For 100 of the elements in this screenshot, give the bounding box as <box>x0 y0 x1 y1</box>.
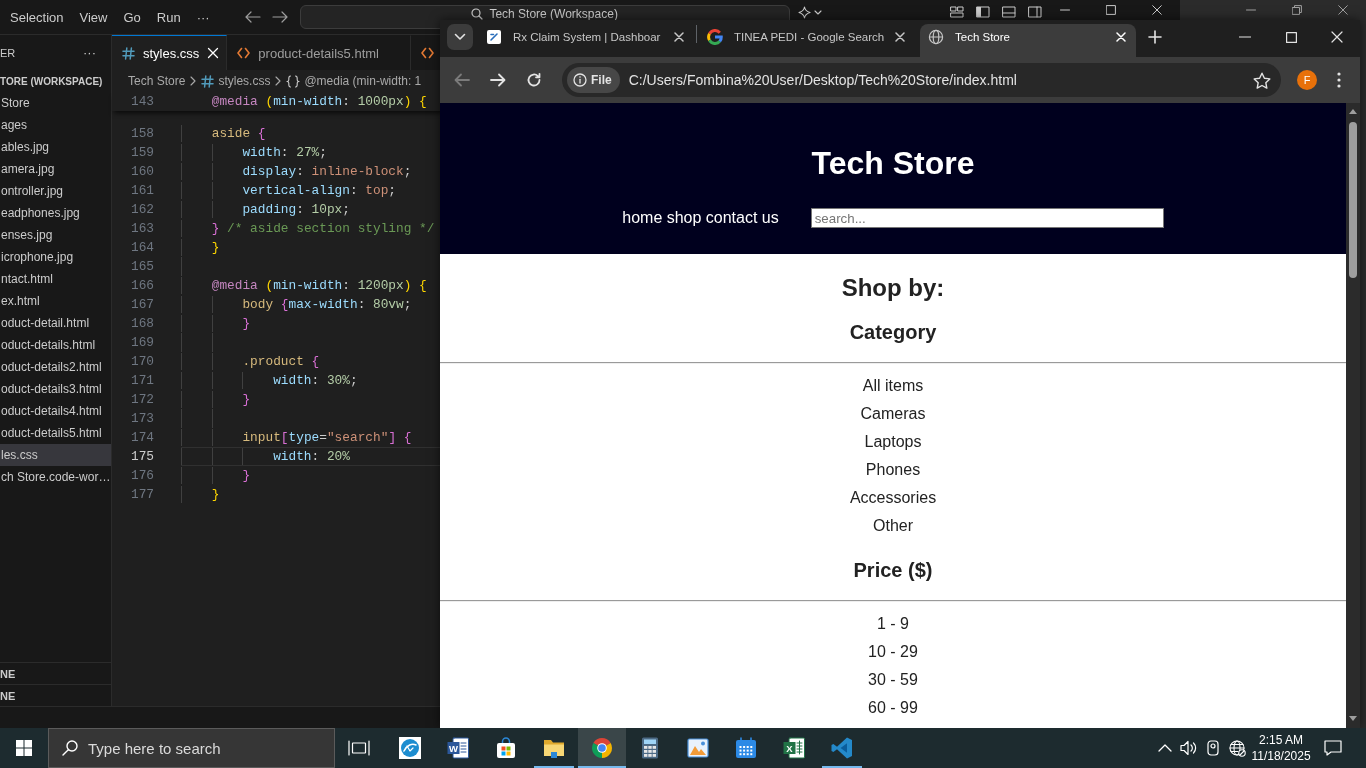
line-number: 174 <box>130 428 154 447</box>
explorer-item[interactable]: oduct-details5.html <box>0 422 111 444</box>
more-actions-button[interactable]: ··· <box>80 44 99 61</box>
minimize-icon <box>1060 9 1070 11</box>
star-icon <box>1253 71 1271 89</box>
explorer-item[interactable]: les.css <box>0 444 111 466</box>
code-line: @media (min-width: 1200px) { <box>210 276 427 295</box>
explorer-item[interactable]: ntact.html <box>0 268 111 290</box>
plus-icon <box>1148 30 1162 44</box>
filter-option[interactable]: Laptops <box>864 428 922 456</box>
close-icon[interactable] <box>674 32 684 42</box>
line-number: 164 <box>130 238 154 257</box>
code-line: .product { <box>241 352 320 371</box>
search-icon <box>62 740 78 756</box>
workspace-header[interactable]: TORE (WORKSPACE) <box>0 70 111 92</box>
panel-bottom-icon[interactable] <box>1002 6 1016 18</box>
search-field[interactable]: search... <box>810 208 1164 228</box>
menu-item[interactable]: Selection <box>2 3 72 31</box>
filter-option[interactable]: Cameras <box>860 400 926 428</box>
explorer-item[interactable]: oduct-detail.html <box>0 312 111 334</box>
menu-item[interactable]: Run <box>148 3 189 31</box>
filter-option[interactable]: Phones <box>865 456 921 484</box>
chevron-up-icon <box>1158 744 1172 752</box>
code-line: } <box>210 238 220 257</box>
code-line: width: 20% <box>272 447 350 466</box>
explorer-item[interactable]: oduct-details3.html <box>0 378 111 400</box>
breadcrumb-item[interactable]: Tech Store <box>128 74 186 88</box>
editor-tab[interactable]: styles.css <box>112 35 228 70</box>
explorer-item[interactable]: amera.jpg <box>0 158 111 180</box>
tab-list-button[interactable] <box>447 24 473 50</box>
filter-option[interactable]: 10 - 29 <box>868 638 918 666</box>
chevron-down-icon <box>454 33 466 41</box>
clock-date: 11/18/2025 <box>1251 748 1311 764</box>
filter-option[interactable]: Other <box>873 512 913 540</box>
code-editor-icon <box>830 736 854 760</box>
close-icon[interactable] <box>895 32 905 42</box>
browser-tab[interactable]: Tech Store <box>920 24 1136 57</box>
filter-option[interactable]: 30 - 59 <box>868 666 918 694</box>
code-brackets-icon <box>421 47 434 59</box>
nav-link[interactable]: home <box>622 209 663 227</box>
explorer-item[interactable]: enses.jpg <box>0 224 111 246</box>
scrollbar-thumb[interactable] <box>1349 122 1357 278</box>
search-icon <box>471 8 484 20</box>
explorer-item[interactable]: oduct-details.html <box>0 334 111 356</box>
chevron-down-icon[interactable] <box>813 10 822 15</box>
explorer-item[interactable]: ex.html <box>0 290 111 312</box>
explorer-item[interactable]: oduct-details4.html <box>0 400 111 422</box>
arrow-right-icon <box>490 73 506 87</box>
scrollbar[interactable] <box>1346 103 1360 728</box>
code-brackets-icon <box>237 47 251 59</box>
sidebar-left-icon[interactable] <box>976 6 990 18</box>
taskbar-search-field[interactable]: Type here to search <box>48 728 335 768</box>
line-number: 175 <box>130 447 154 466</box>
code-line: display: inline-block; <box>241 162 412 181</box>
breadcrumb-item[interactable]: @media (min-width: 1 <box>286 74 422 88</box>
menu-item[interactable]: View <box>71 3 116 31</box>
speaker-icon <box>1180 740 1198 756</box>
arrow-left-icon <box>454 73 470 87</box>
code-line: aside { <box>210 124 266 143</box>
explorer-item[interactable]: icrophone.jpg <box>0 246 111 268</box>
explorer-item[interactable]: oduct-details2.html <box>0 356 111 378</box>
explorer-item[interactable]: eadphones.jpg <box>0 202 111 224</box>
taskbar-button[interactable]: W <box>434 728 482 768</box>
shopping-bag-icon <box>494 736 518 760</box>
braces-icon <box>286 74 301 88</box>
explorer-item[interactable]: ontroller.jpg <box>0 180 111 202</box>
explorer-item[interactable]: Store <box>0 92 111 114</box>
explorer-item[interactable]: ables.jpg <box>0 136 111 158</box>
hash-icon <box>122 46 135 60</box>
clock-button[interactable]: 2:15 AM 11/18/2025 <box>1252 728 1310 768</box>
task-view-icon <box>348 740 370 756</box>
sidebar-right-icon[interactable] <box>1028 6 1042 18</box>
line-number: 158 <box>130 124 154 143</box>
explorer-item[interactable]: ages <box>0 114 111 136</box>
explorer-title: ER <box>0 46 16 59</box>
sparkle-icon[interactable] <box>797 6 811 19</box>
menu-item[interactable]: Go <box>115 3 149 31</box>
panel-header[interactable]: NE <box>0 662 111 684</box>
info-icon <box>573 73 587 87</box>
menu-item[interactable]: ··· <box>188 3 218 31</box>
nav-link[interactable]: contact us <box>705 209 779 227</box>
breadcrumb-item[interactable]: styles.css <box>201 74 271 88</box>
filter-option[interactable]: All items <box>862 372 924 400</box>
editor-tab[interactable]: product-details5.html <box>227 35 411 70</box>
nav-link[interactable]: shop <box>666 209 702 227</box>
address-field[interactable]: File C:/Users/Fombina%20User/Desktop/Tech%20Store/index.html <box>562 63 1281 97</box>
code-line: width: 30%; <box>272 371 358 390</box>
site-info-chip[interactable]: File <box>567 67 620 93</box>
more-vertical-icon <box>1337 72 1341 88</box>
globe-icon <box>928 29 944 45</box>
filter-option[interactable]: 1 - 9 <box>877 610 909 638</box>
filter-option[interactable]: Accessories <box>849 484 937 512</box>
chevron-right-icon <box>275 76 282 86</box>
triangle-up-icon <box>1349 109 1357 114</box>
line-number: 161 <box>130 181 154 200</box>
taskbar-button[interactable]: X <box>770 728 818 768</box>
code-line: } <box>241 390 251 409</box>
filter-option[interactable]: 60 - 99 <box>868 694 918 722</box>
explorer-item[interactable]: ch Store.code-wor… <box>0 466 111 488</box>
layout-icon[interactable] <box>950 6 964 18</box>
